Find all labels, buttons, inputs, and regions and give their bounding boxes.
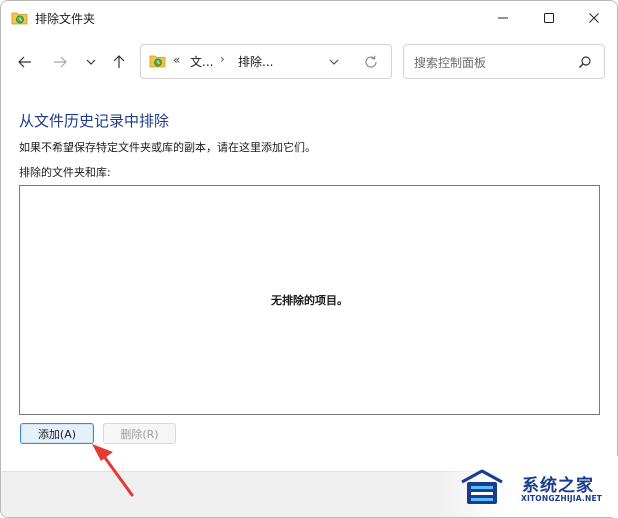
arrow-left-icon	[18, 56, 31, 68]
search-box[interactable]: 搜索控制面板	[403, 44, 605, 79]
navigation-bar: « 文... › 排除... 搜索控制面板	[1, 35, 617, 87]
watermark: 系统之家 XITONGZHIJIA.NET	[440, 456, 618, 517]
chevron-down-icon	[86, 59, 96, 65]
maximize-button[interactable]	[526, 1, 572, 35]
maximize-icon	[544, 13, 554, 23]
breadcrumb-item[interactable]: 排除...	[238, 53, 273, 70]
breadcrumb-item[interactable]: 文...	[190, 53, 213, 70]
arrow-right-icon	[54, 56, 67, 68]
remove-button[interactable]: 删除(R)	[103, 423, 176, 444]
up-button[interactable]	[108, 51, 130, 73]
close-button[interactable]	[571, 1, 617, 35]
site-logo-icon	[458, 468, 506, 508]
refresh-icon	[365, 55, 377, 68]
address-bar[interactable]: « 文... › 排除...	[140, 44, 392, 79]
excluded-list-label: 排除的文件夹和库:	[19, 166, 111, 179]
watermark-name: 系统之家	[522, 476, 594, 496]
excluded-folders-list[interactable]: 无排除的项目。	[19, 185, 600, 415]
back-button[interactable]	[14, 51, 36, 73]
watermark-url: XITONGZHIJIA.NET	[521, 494, 603, 503]
window-title: 排除文件夹	[35, 12, 96, 26]
file-history-exclude-window: 排除文件夹 « 文... › 排除... 搜索控制面板 从文件历史记录中排除 如…	[0, 0, 618, 518]
page-description: 如果不希望保存特定文件夹或库的副本，请在这里添加它们。	[19, 141, 316, 154]
search-icon[interactable]	[578, 54, 592, 68]
file-history-icon	[149, 53, 167, 68]
file-history-icon	[11, 10, 29, 25]
overflow-chevron[interactable]: «	[173, 53, 180, 67]
title-bar: 排除文件夹	[1, 1, 617, 35]
add-button[interactable]: 添加(A)	[20, 423, 94, 444]
minimize-icon	[498, 17, 508, 19]
address-dropdown-button[interactable]	[327, 54, 341, 68]
forward-button[interactable]	[49, 51, 71, 73]
page-title: 从文件历史记录中排除	[19, 112, 170, 130]
minimize-button[interactable]	[480, 1, 526, 35]
arrow-up-icon	[113, 55, 125, 68]
search-placeholder[interactable]: 搜索控制面板	[414, 54, 486, 71]
breadcrumb-separator[interactable]: ›	[220, 52, 225, 66]
empty-list-message: 无排除的项目。	[271, 294, 348, 307]
close-icon	[589, 13, 599, 23]
chevron-down-icon	[329, 59, 339, 65]
refresh-button[interactable]	[363, 54, 379, 70]
recent-locations-button[interactable]	[80, 51, 102, 73]
